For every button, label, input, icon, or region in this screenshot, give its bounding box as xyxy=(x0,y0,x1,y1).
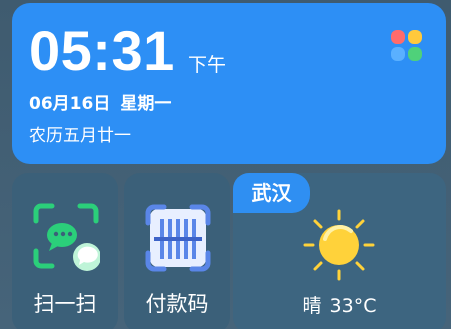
clock-lunar-date: 农历五月廿一 xyxy=(29,126,131,146)
weather-summary: 晴 33°C xyxy=(233,293,446,319)
clock-weekday: 星期一 xyxy=(120,94,172,114)
payment-code-label: 付款码 xyxy=(145,292,209,316)
home-screen: 05:31 下午 06月16日 星期一 农历五月廿一 扫一扫 付款码 武汉 晴 … xyxy=(0,0,451,329)
clock-date: 06月16日 xyxy=(29,94,111,114)
weather-temperature: 33°C xyxy=(329,295,377,317)
sun-icon xyxy=(303,209,375,281)
clock-ampm: 下午 xyxy=(188,54,227,76)
weather-condition: 晴 xyxy=(302,295,322,317)
clock-widget[interactable]: 05:31 下午 06月16日 星期一 农历五月廿一 xyxy=(12,3,446,164)
payment-barcode-icon xyxy=(145,204,211,272)
wechat-scan-icon xyxy=(33,203,100,271)
scan-label: 扫一扫 xyxy=(33,292,97,316)
four-petal-app-logo-icon[interactable] xyxy=(390,29,424,63)
weather-city[interactable]: 武汉 xyxy=(233,173,310,213)
weather-widget[interactable]: 武汉 晴 33°C xyxy=(233,173,446,329)
payment-code-shortcut-tile[interactable]: 付款码 xyxy=(124,173,230,329)
clock-date-row: 06月16日 星期一 xyxy=(29,93,171,115)
clock-time: 05:31 xyxy=(29,19,175,82)
scan-shortcut-tile[interactable]: 扫一扫 xyxy=(12,173,118,329)
